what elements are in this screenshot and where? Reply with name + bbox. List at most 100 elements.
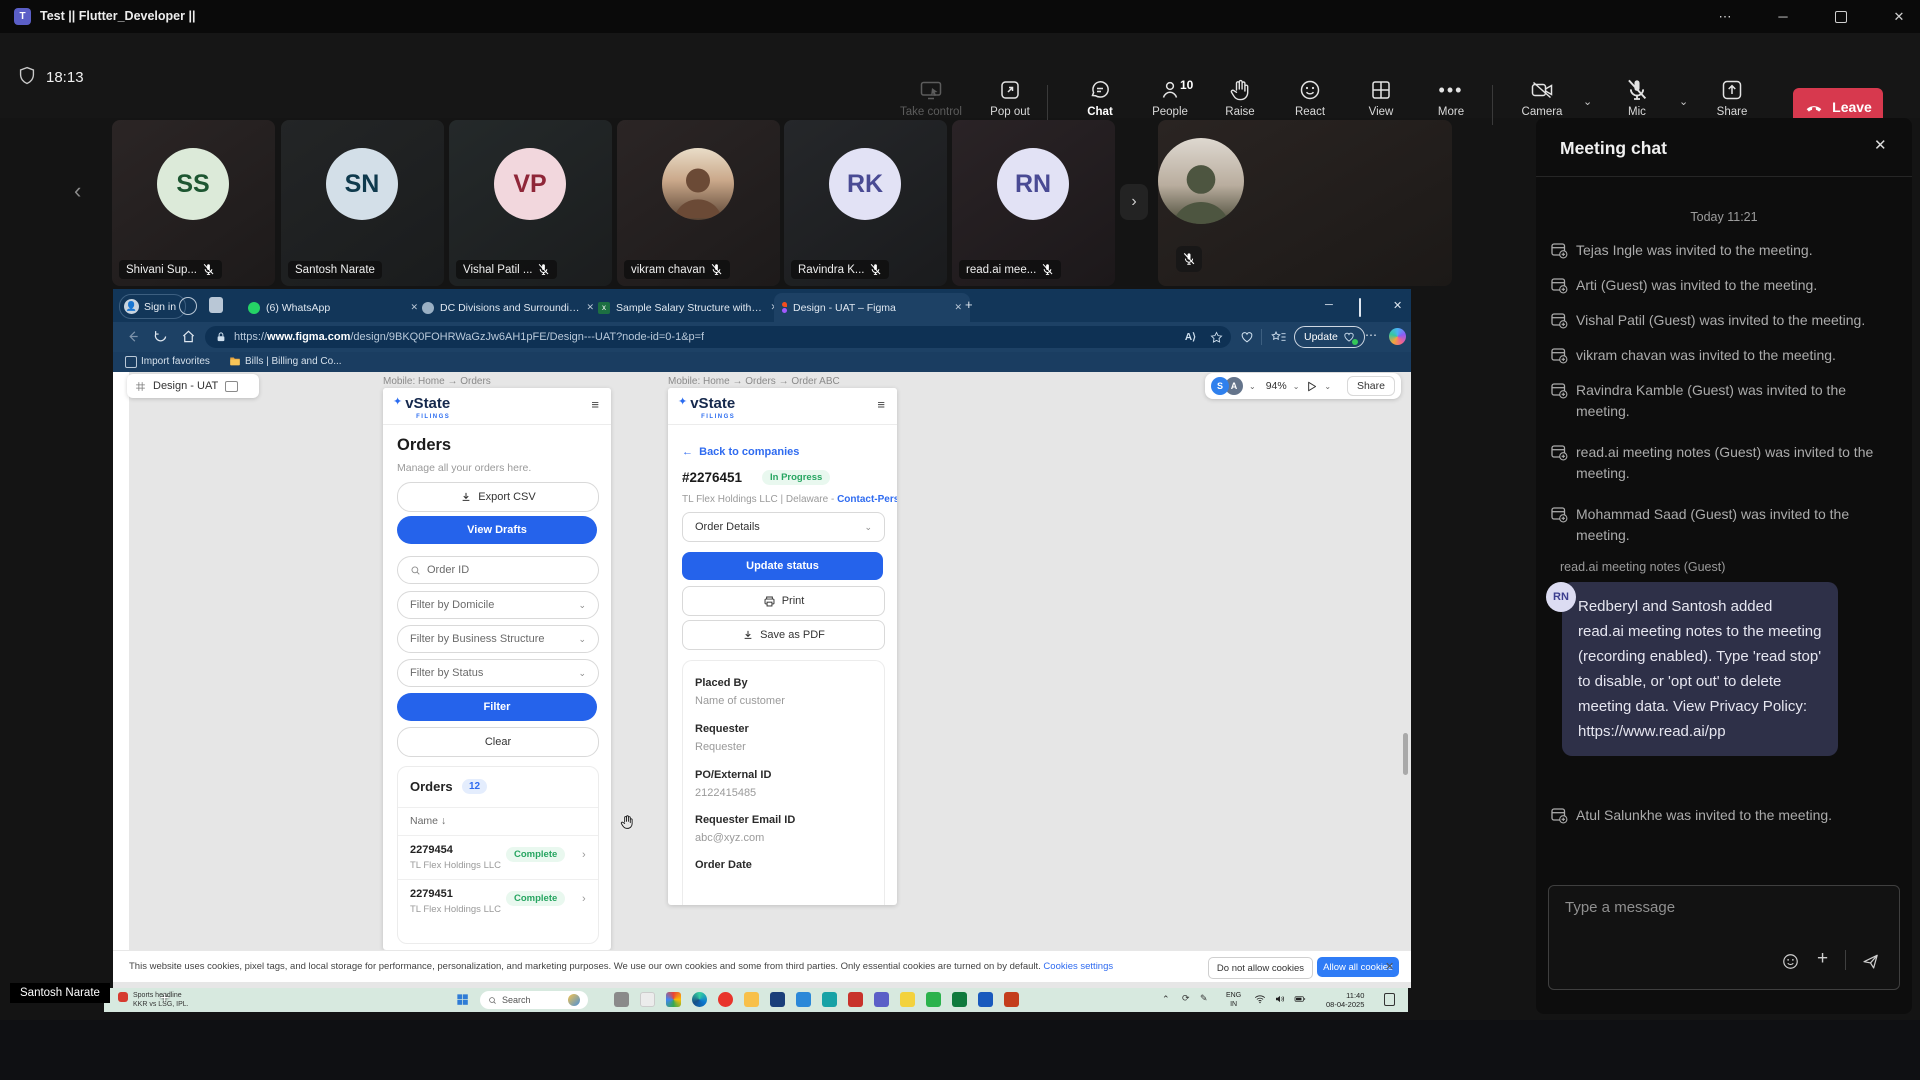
chat-close-icon[interactable]: ✕ (1874, 136, 1887, 154)
app-icon[interactable] (900, 992, 915, 1007)
column-header[interactable]: Name ↓ (410, 815, 446, 827)
language-indicator[interactable]: ENGIN (1226, 991, 1241, 1009)
browser-signin-button[interactable]: 👤 Sign in (119, 294, 186, 319)
shared-search-box[interactable]: Search (480, 991, 588, 1009)
favorites-bar-icon[interactable] (1271, 330, 1286, 344)
app-icon[interactable] (848, 992, 863, 1007)
hamburger-menu-icon[interactable]: ≡ (591, 397, 599, 412)
close-button[interactable]: ✕ (1878, 0, 1920, 33)
participant-tile[interactable]: VP Vishal Patil ... (449, 120, 612, 286)
app-icon[interactable] (614, 992, 629, 1007)
filter-structure-select[interactable]: Filter by Business Structure⌄ (397, 625, 599, 653)
update-status-button[interactable]: Update status (682, 552, 883, 580)
frame-breadcrumb[interactable]: Mobile: Home → Orders (383, 376, 491, 387)
print-button[interactable]: Print (682, 586, 885, 616)
clock[interactable]: 11:4008-04-2025 (1326, 991, 1364, 1009)
copilot-icon[interactable] (1389, 328, 1406, 345)
deny-cookies-button[interactable]: Do not allow cookies (1208, 957, 1313, 979)
chevron-down-icon[interactable]: ⌄ (1249, 382, 1256, 391)
wifi-icon[interactable] (1254, 994, 1266, 1004)
browser-maximize-icon[interactable] (1359, 299, 1361, 317)
camera-options-chevron-icon[interactable]: ⌄ (1583, 95, 1592, 108)
figma-doc-pill[interactable]: Design - UAT (127, 374, 259, 398)
back-link[interactable]: ← Back to companies (682, 446, 799, 458)
chrome-icon[interactable] (666, 992, 681, 1007)
browser-tab-active[interactable]: Design - UAT – Figma✕ (774, 293, 970, 322)
collaborator-avatar[interactable]: S (1211, 377, 1229, 395)
browser-essentials-icon[interactable] (1240, 330, 1254, 344)
edge-icon[interactable] (692, 992, 707, 1007)
shared-taskbar-apps[interactable] (614, 992, 1019, 1007)
minimize-button[interactable]: ─ (1762, 0, 1804, 33)
pages-icon[interactable] (225, 381, 238, 392)
workspaces-icon[interactable] (179, 297, 197, 315)
save-pdf-button[interactable]: Save as PDF (682, 620, 885, 650)
read-aloud-icon[interactable]: A⟩ (1185, 332, 1196, 343)
battery-icon[interactable] (1294, 994, 1306, 1004)
browser-minimize-icon[interactable]: ─ (1325, 299, 1333, 311)
contact-person-link[interactable]: Contact-Person (837, 494, 897, 505)
figma-canvas[interactable]: Design - UAT S A ⌄ 94% ⌄ ⌄ Share Mobile:… (113, 372, 1411, 950)
zoom-level[interactable]: 94% (1266, 380, 1287, 392)
url-field[interactable]: https://www.figma.com/design/9BKQ0FOHRWa… (205, 326, 1231, 348)
bookmark-item[interactable]: Import favorites (141, 356, 210, 367)
titlebar-more-icon[interactable]: ⋯ (1704, 0, 1746, 33)
play-icon[interactable] (1305, 380, 1318, 393)
teams-icon[interactable] (874, 992, 889, 1007)
excel-icon[interactable] (926, 992, 941, 1007)
app-icon[interactable] (796, 992, 811, 1007)
browser-tab[interactable]: x Sample Salary Structure with calc✕ (590, 293, 786, 322)
app-icon[interactable] (770, 992, 785, 1007)
clear-button[interactable]: Clear (397, 727, 599, 757)
tray-expand-icon[interactable]: ⌃ (1162, 994, 1170, 1005)
cookie-close-icon[interactable]: ✕ (1385, 960, 1394, 973)
chat-input-box[interactable]: Type a message + (1548, 885, 1900, 990)
figma-frame-order-detail[interactable]: ✦ vStateFILINGS ≡ ← Back to companies #2… (668, 388, 897, 905)
browser-menu-icon[interactable]: ⋯ (1365, 328, 1378, 342)
app-icon[interactable] (640, 992, 655, 1007)
tiles-scroll-left-icon[interactable]: ‹ (74, 178, 81, 204)
chevron-down-icon[interactable]: ⌄ (1324, 382, 1331, 391)
emoji-icon[interactable] (1781, 952, 1800, 971)
order-details-select[interactable]: Order Details⌄ (682, 512, 885, 542)
notification-icon[interactable] (1384, 993, 1395, 1006)
acrobat-icon[interactable] (1004, 992, 1019, 1007)
tab-actions-icon[interactable] (209, 297, 223, 313)
start-icon[interactable] (456, 993, 469, 1006)
mic-options-chevron-icon[interactable]: ⌄ (1679, 95, 1688, 108)
export-csv-button[interactable]: Export CSV (397, 482, 599, 512)
filter-domicile-select[interactable]: Filter by Domicile⌄ (397, 591, 599, 619)
update-button[interactable]: Update (1294, 326, 1365, 348)
view-drafts-button[interactable]: View Drafts (397, 516, 597, 544)
maximize-button[interactable] (1820, 0, 1862, 33)
app-icon[interactable] (822, 992, 837, 1007)
participant-tile[interactable]: vikram chavan (617, 120, 780, 286)
participant-tile[interactable]: RN read.ai mee... (952, 120, 1115, 286)
participant-tile[interactable]: SS Shivani Sup... (112, 120, 275, 286)
browser-tab[interactable]: DC Divisions and Surroundings✕ (414, 293, 602, 322)
home-icon[interactable] (181, 329, 196, 344)
chevron-down-icon[interactable]: ⌄ (1293, 382, 1300, 391)
refresh-icon[interactable] (153, 329, 168, 344)
favorite-star-icon[interactable] (1210, 331, 1223, 344)
opera-icon[interactable] (718, 992, 733, 1007)
filter-button[interactable]: Filter (397, 693, 597, 721)
canvas-scrollbar[interactable] (1403, 733, 1408, 775)
spotlight-tile[interactable] (1158, 120, 1452, 286)
word-icon[interactable] (978, 992, 993, 1007)
app-icon[interactable] (952, 992, 967, 1007)
frame-breadcrumb[interactable]: Mobile: Home → Orders → Order ABC (668, 376, 840, 387)
order-id-input[interactable]: Order ID (397, 556, 599, 584)
filter-status-select[interactable]: Filter by Status⌄ (397, 659, 599, 687)
folder-icon[interactable] (744, 992, 759, 1007)
attach-plus-icon[interactable]: + (1817, 948, 1828, 970)
new-tab-icon[interactable]: + (965, 297, 973, 312)
browser-close-icon[interactable]: ✕ (1393, 299, 1402, 312)
participant-tile[interactable]: SN Santosh Narate (281, 120, 444, 286)
bookmark-item[interactable]: Bills | Billing and Co... (245, 356, 342, 367)
figma-frame-orders[interactable]: ✦ vStateFILINGS ≡ Orders Manage all your… (383, 388, 611, 950)
tray-icon[interactable]: ⟳ (1182, 993, 1190, 1004)
back-icon[interactable] (125, 329, 140, 344)
hamburger-menu-icon[interactable]: ≡ (877, 397, 885, 412)
participant-tile[interactable]: RK Ravindra K... (784, 120, 947, 286)
